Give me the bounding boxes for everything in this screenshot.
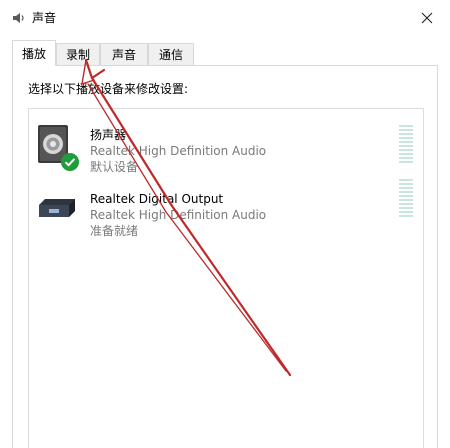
- device-description: Realtek High Definition Audio: [90, 144, 267, 158]
- device-status: 准备就绪: [90, 224, 139, 238]
- tab-recording[interactable]: 录制: [56, 43, 100, 65]
- device-name: Realtek Digital Output: [90, 192, 224, 206]
- title-bar: 声音: [0, 0, 450, 36]
- speaker-icon: [11, 10, 27, 26]
- close-icon: [421, 12, 433, 24]
- device-description: Realtek High Definition Audio: [90, 208, 267, 222]
- checkmark-icon: [61, 153, 79, 171]
- instruction-text: 选择以下播放设备来修改设置:: [28, 82, 189, 96]
- device-item-digital-output[interactable]: Realtek Digital Output Realtek High Defi…: [29, 179, 423, 241]
- tab-communications[interactable]: 通信: [148, 43, 194, 65]
- tab-playback[interactable]: 播放: [12, 40, 56, 66]
- volume-level-meter: [399, 179, 413, 219]
- device-status: 默认设备: [90, 160, 139, 174]
- volume-level-meter: [399, 125, 413, 165]
- window-title: 声音: [32, 11, 57, 25]
- device-item-speaker[interactable]: 扬声器 Realtek High Definition Audio 默认设备: [29, 115, 423, 177]
- digital-output-icon: [35, 193, 79, 223]
- device-name: 扬声器: [90, 128, 127, 142]
- device-list: 扬声器 Realtek High Definition Audio 默认设备 R…: [28, 108, 424, 448]
- tab-sounds[interactable]: 声音: [100, 43, 148, 65]
- close-button[interactable]: [404, 0, 450, 36]
